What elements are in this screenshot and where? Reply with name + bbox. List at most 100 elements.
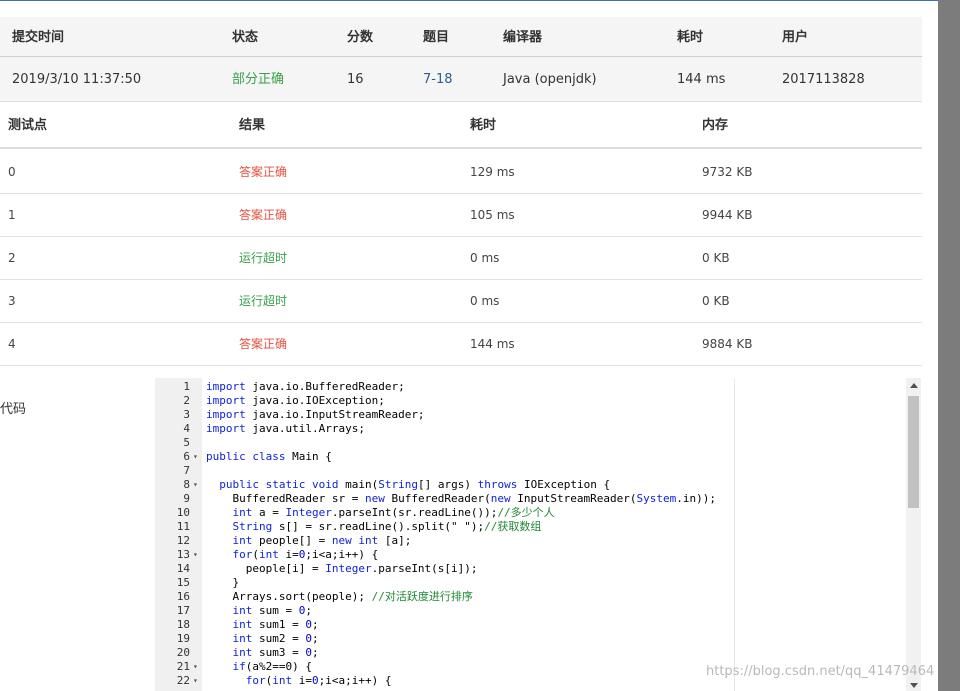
testpoint-memory: 0 KB xyxy=(702,251,730,265)
submission-row: 2019/3/10 11:37:50 部分正确 16 7-18 Java (op… xyxy=(0,58,922,102)
submission-table: 提交时间 状态 分数 题目 编译器 耗时 用户 2019/3/10 11:37:… xyxy=(0,17,922,102)
code-text: Arrays.sort(people); //对活跃度进行排序 xyxy=(206,590,473,603)
submit-time: 2019/3/10 11:37:50 xyxy=(12,72,142,87)
fold-toggle-icon[interactable]: ▾ xyxy=(193,548,198,562)
code-text: int sum3 = 0; xyxy=(232,646,319,659)
line-number: 18 xyxy=(176,618,190,631)
code-text: int sum2 = 0; xyxy=(232,632,319,645)
code-text: int sum1 = 0; xyxy=(232,618,319,631)
problem-link[interactable]: 7-18 xyxy=(423,72,453,88)
line-number: 21 xyxy=(176,660,190,673)
code-text: import java.util.Arrays; xyxy=(206,422,365,435)
submission-table-header: 提交时间 状态 分数 题目 编译器 耗时 用户 xyxy=(0,17,922,57)
code-text: int sum = 0; xyxy=(232,604,312,617)
code-text: BufferedReader sr = new BufferedReader(n… xyxy=(206,492,717,505)
submission-status: 部分正确 xyxy=(232,72,285,87)
code-line: 6 ▾ public class Main { xyxy=(155,450,889,464)
testpoint-row: 1 答案正确 105 ms 9944 KB xyxy=(0,194,922,237)
testpoint-result: 答案正确 xyxy=(239,208,288,222)
line-number: 6 xyxy=(183,450,190,463)
submission-user: 2017113828 xyxy=(782,72,865,87)
line-number: 19 xyxy=(176,632,190,645)
scroll-up-icon[interactable] xyxy=(910,383,918,388)
scroll-down-icon[interactable] xyxy=(910,683,918,688)
code-text: import java.io.BufferedReader; xyxy=(206,380,405,393)
code-line: 13 ▾ for(int i=0;i<a;i++) { xyxy=(155,548,889,562)
code-editor[interactable]: 1 import java.io.BufferedReader; 2 import j… xyxy=(155,378,921,691)
window-side-overlay xyxy=(938,0,960,691)
code-line: 2 import java.io.IOException; xyxy=(155,394,889,408)
header-submit-time: 提交时间 xyxy=(12,30,65,45)
watermark: https://blog.csdn.net/qq_41479464 xyxy=(706,664,935,679)
code-line: 8 ▾ public static void main(String[] args… xyxy=(155,478,889,492)
code-label: 代码 xyxy=(0,402,27,417)
testpoint-result: 答案正确 xyxy=(239,337,288,351)
testpoint-result: 答案正确 xyxy=(239,165,288,179)
code-line: 10 int a = Integer.parseInt(sr.readLine(… xyxy=(155,506,889,520)
submission-score: 16 xyxy=(347,72,364,87)
header-duration: 耗时 xyxy=(677,30,704,45)
code-line: 16 Arrays.sort(people); //对活跃度进行排序 xyxy=(155,590,889,604)
code-line: 11 String s[] = sr.readLine().split(" ")… xyxy=(155,520,889,534)
testpoint-id: 1 xyxy=(8,208,16,222)
code-line: 15 } xyxy=(155,576,889,590)
submission-compiler: Java (openjdk) xyxy=(503,72,597,87)
header-user: 用户 xyxy=(782,30,809,45)
line-number: 4 xyxy=(183,422,190,435)
code-line: 12 int people[] = new int [a]; xyxy=(155,534,889,548)
code-text: for(int i=0;i<a;i++) { xyxy=(232,548,379,561)
testpoint-time: 0 ms xyxy=(470,294,500,308)
testpoint-row: 3 运行超时 0 ms 0 KB xyxy=(0,280,922,323)
code-line: 18 int sum1 = 0; xyxy=(155,618,889,632)
header-memory: 内存 xyxy=(702,118,729,133)
code-text: int a = Integer.parseInt(sr.readLine());… xyxy=(232,506,555,519)
line-number: 16 xyxy=(176,590,190,603)
code-text: String s[] = sr.readLine().split(" ");//… xyxy=(232,520,542,533)
code-line: 14 people[i] = Integer.parseInt(s[i]); xyxy=(155,562,889,576)
testpoint-time: 0 ms xyxy=(470,251,500,265)
code-line: 17 int sum = 0; xyxy=(155,604,889,618)
testpoint-memory: 9884 KB xyxy=(702,337,753,351)
vertical-scrollbar[interactable] xyxy=(906,378,921,691)
code-text: import java.io.IOException; xyxy=(206,394,385,407)
line-number: 12 xyxy=(176,534,190,547)
scrollbar-thumb[interactable] xyxy=(908,396,919,508)
code-text: import java.io.InputStreamReader; xyxy=(206,408,425,421)
fold-toggle-icon[interactable]: ▾ xyxy=(193,660,198,674)
submission-duration: 144 ms xyxy=(677,72,726,87)
code-line: 1 import java.io.BufferedReader; xyxy=(155,380,889,394)
header-compiler: 编译器 xyxy=(503,30,543,45)
fold-toggle-icon[interactable]: ▾ xyxy=(193,478,198,492)
testpoint-id: 0 xyxy=(8,165,16,179)
testpoint-result: 运行超时 xyxy=(239,294,288,308)
line-number: 9 xyxy=(183,492,190,505)
line-number: 7 xyxy=(183,464,190,477)
line-number: 2 xyxy=(183,394,190,407)
header-result: 结果 xyxy=(239,118,266,133)
testpoint-memory: 9732 KB xyxy=(702,165,753,179)
fold-toggle-icon[interactable]: ▾ xyxy=(193,450,198,464)
line-number: 22 xyxy=(176,674,190,687)
testpoint-id: 2 xyxy=(8,251,16,265)
testpoint-row: 0 答案正确 129 ms 9732 KB xyxy=(0,151,922,194)
header-problem: 题目 xyxy=(423,30,450,45)
testpoint-row: 2 运行超时 0 ms 0 KB xyxy=(0,237,922,280)
code-text: for(int i=0;i<a;i++) { xyxy=(245,674,392,687)
testpoint-time: 144 ms xyxy=(470,337,515,351)
code-line: 4 import java.util.Arrays; xyxy=(155,422,889,436)
code-line: 9 BufferedReader sr = new BufferedReader… xyxy=(155,492,889,506)
code-text: if(a%2==0) { xyxy=(232,660,312,673)
line-number: 10 xyxy=(176,506,190,519)
code-text: int people[] = new int [a]; xyxy=(232,534,412,547)
testpoint-memory: 0 KB xyxy=(702,294,730,308)
line-number: 11 xyxy=(176,520,190,533)
testpoints-table-header: 测试点 结果 耗时 内存 xyxy=(0,103,922,149)
line-number: 3 xyxy=(183,408,190,421)
line-number: 8 xyxy=(183,478,190,491)
code-line: 7 xyxy=(155,464,889,478)
top-border xyxy=(0,0,938,1)
testpoint-time: 129 ms xyxy=(470,165,515,179)
line-number: 13 xyxy=(176,548,190,561)
testpoint-time: 105 ms xyxy=(470,208,515,222)
fold-toggle-icon[interactable]: ▾ xyxy=(193,674,198,688)
